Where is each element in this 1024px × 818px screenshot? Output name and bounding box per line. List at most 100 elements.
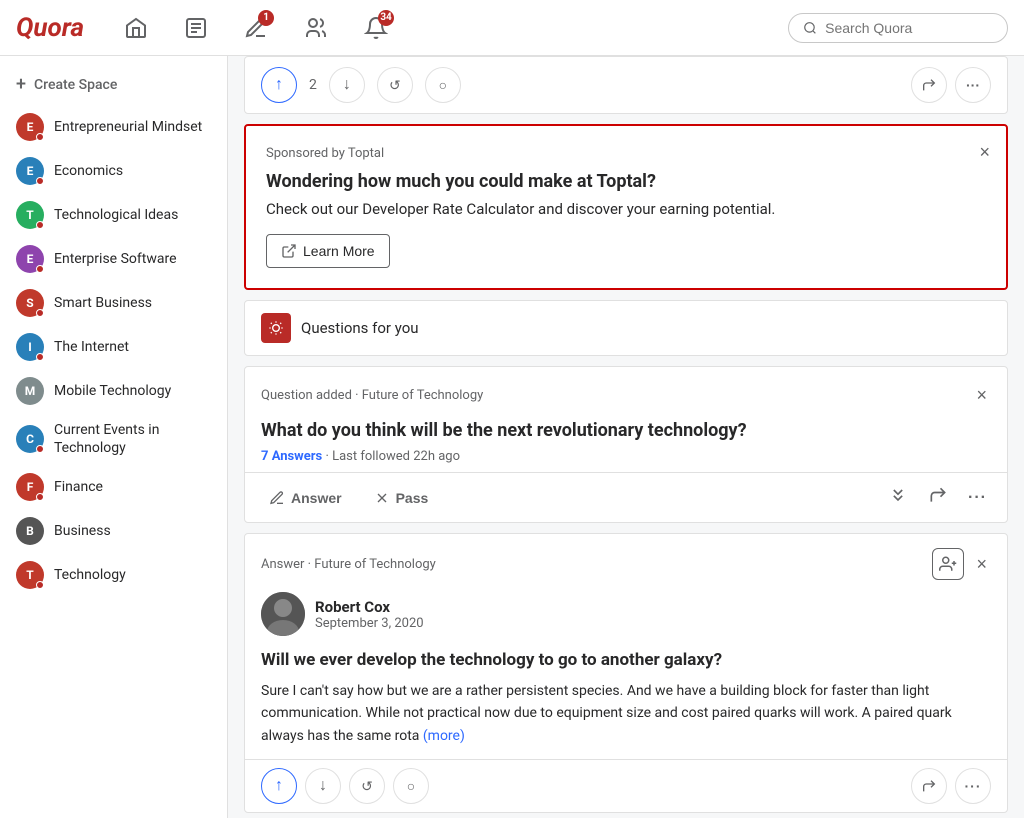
lightbulb-icon	[268, 320, 284, 336]
follow-author-button[interactable]	[932, 548, 964, 580]
ad-description: Check out our Developer Rate Calculator …	[266, 200, 986, 218]
sidebar-label-7: Mobile Technology	[54, 382, 171, 400]
sidebar-avatar-9: F	[16, 473, 44, 501]
answers-count: 7 Answers	[261, 449, 322, 464]
sidebar-item-technology[interactable]: T Technology	[0, 553, 227, 597]
sidebar: + Create Space E Entrepreneurial Mindset…	[0, 56, 228, 818]
ad-card: Sponsored by Toptal Wondering how much y…	[244, 124, 1008, 290]
nav-notifications[interactable]: 34	[356, 8, 396, 48]
author-name[interactable]: Robert Cox	[315, 598, 424, 616]
question-close-button[interactable]: ×	[972, 381, 991, 410]
share-button[interactable]	[911, 67, 947, 103]
sidebar-item-mobile-technology[interactable]: M Mobile Technology	[0, 369, 227, 413]
sidebar-avatar-5: S	[16, 289, 44, 317]
pass-icon	[374, 490, 390, 506]
external-link-icon	[281, 243, 297, 259]
nav-following[interactable]: 1	[236, 8, 276, 48]
home-icon	[124, 16, 148, 40]
refresh-button[interactable]: ↺	[377, 67, 413, 103]
answer-context: Answer · Future of Technology	[261, 557, 436, 572]
vote-count: 2	[309, 77, 317, 93]
sidebar-avatar-11: T	[16, 561, 44, 589]
answer-actions: ↑ ↓ ↺ ○ ···	[245, 759, 1007, 812]
pass-button[interactable]: Pass	[366, 486, 437, 510]
plus-icon: +	[16, 74, 26, 95]
answer-share-icon	[921, 778, 937, 794]
person-plus-icon	[939, 555, 957, 573]
answer-close-button[interactable]: ×	[972, 550, 991, 579]
question-right-actions: ···	[884, 481, 991, 514]
answer-label: Answer	[291, 490, 342, 506]
qfy-icon	[261, 313, 291, 343]
answer-refresh-button[interactable]: ↺	[349, 768, 385, 804]
sidebar-item-technological-ideas[interactable]: T Technological Ideas	[0, 193, 227, 237]
question-share-button[interactable]	[924, 481, 952, 514]
answer-card: Answer · Future of Technology ×	[244, 533, 1008, 813]
header: Quora 1	[0, 0, 1024, 56]
sidebar-label-9: Finance	[54, 478, 103, 496]
sidebar-avatar-1: E	[16, 113, 44, 141]
question-meta: Question added · Future of Technology ×	[245, 367, 1007, 414]
answer-icon	[269, 490, 285, 506]
sidebar-label-3: Technological Ideas	[54, 206, 178, 224]
sidebar-item-the-internet[interactable]: I The Internet	[0, 325, 227, 369]
last-followed-text: Last followed 22h ago	[332, 449, 460, 464]
more-options-prev[interactable]: ···	[955, 67, 991, 103]
sidebar-avatar-6: I	[16, 333, 44, 361]
learn-more-label: Learn More	[303, 243, 375, 259]
question-actions: Answer Pass	[245, 472, 1007, 522]
downvote-button[interactable]: ↓	[329, 67, 365, 103]
ad-sponsored-label: Sponsored by Toptal	[266, 146, 986, 161]
author-avatar	[261, 592, 305, 636]
quora-logo[interactable]: Quora	[16, 13, 84, 43]
sidebar-item-smart-business[interactable]: S Smart Business	[0, 281, 227, 325]
search-box[interactable]	[788, 13, 1008, 43]
learn-more-button[interactable]: Learn More	[266, 234, 390, 268]
question-downvote-button[interactable]	[884, 481, 912, 514]
answer-more-link[interactable]: (more)	[423, 728, 465, 744]
prev-post-bar: ↑ 2 ↓ ↺ ○ ···	[244, 56, 1008, 114]
search-icon	[803, 20, 817, 36]
upvote-button[interactable]: ↑	[261, 67, 297, 103]
nav-people[interactable]	[296, 8, 336, 48]
answer-body: Sure I can't say how but we are a rather…	[245, 676, 1007, 759]
answer-more-button[interactable]: ···	[955, 768, 991, 804]
sidebar-label-2: Economics	[54, 162, 123, 180]
sidebar-item-finance[interactable]: F Finance	[0, 465, 227, 509]
ad-close-button[interactable]: ×	[979, 142, 990, 163]
answers-icon	[184, 16, 208, 40]
sidebar-avatar-2: E	[16, 157, 44, 185]
answer-button[interactable]: Answer	[261, 486, 350, 510]
sidebar-item-business[interactable]: B Business	[0, 509, 227, 553]
answer-upvote-button[interactable]: ↑	[261, 768, 297, 804]
answer-comment-button[interactable]: ○	[393, 768, 429, 804]
answer-share-button[interactable]	[911, 768, 947, 804]
share-icon	[921, 77, 937, 93]
nav-answers[interactable]	[176, 8, 216, 48]
questions-for-you-bar: Questions for you	[244, 300, 1008, 356]
sidebar-item-current-events-technology[interactable]: C Current Events in Technology	[0, 413, 227, 465]
sidebar-item-entrepreneurial-mindset[interactable]: E Entrepreneurial Mindset	[0, 105, 227, 149]
search-input[interactable]	[825, 20, 993, 36]
nav-home[interactable]	[116, 8, 156, 48]
sidebar-item-enterprise-software[interactable]: E Enterprise Software	[0, 237, 227, 281]
downvote-icon	[888, 485, 908, 505]
question-context: Question added · Future of Technology	[261, 388, 483, 403]
share-arrow-icon	[928, 485, 948, 505]
answer-title[interactable]: Will we ever develop the technology to g…	[245, 644, 1007, 676]
ad-title: Wondering how much you could make at Top…	[266, 171, 986, 192]
sidebar-label-1: Entrepreneurial Mindset	[54, 118, 202, 136]
author-avatar-image	[261, 592, 305, 636]
question-card: Question added · Future of Technology × …	[244, 366, 1008, 523]
sidebar-label-6: The Internet	[54, 338, 129, 356]
sidebar-item-economics[interactable]: E Economics	[0, 149, 227, 193]
question-more-button[interactable]: ···	[964, 485, 991, 511]
pass-label: Pass	[396, 490, 429, 506]
question-title[interactable]: What do you think will be the next revol…	[245, 414, 1007, 447]
create-space-button[interactable]: + Create Space	[0, 64, 227, 105]
answer-downvote-button[interactable]: ↓	[305, 768, 341, 804]
comment-button[interactable]: ○	[425, 67, 461, 103]
sidebar-avatar-4: E	[16, 245, 44, 273]
sidebar-label-10: Business	[54, 522, 111, 540]
answer-meta: Answer · Future of Technology ×	[245, 534, 1007, 584]
